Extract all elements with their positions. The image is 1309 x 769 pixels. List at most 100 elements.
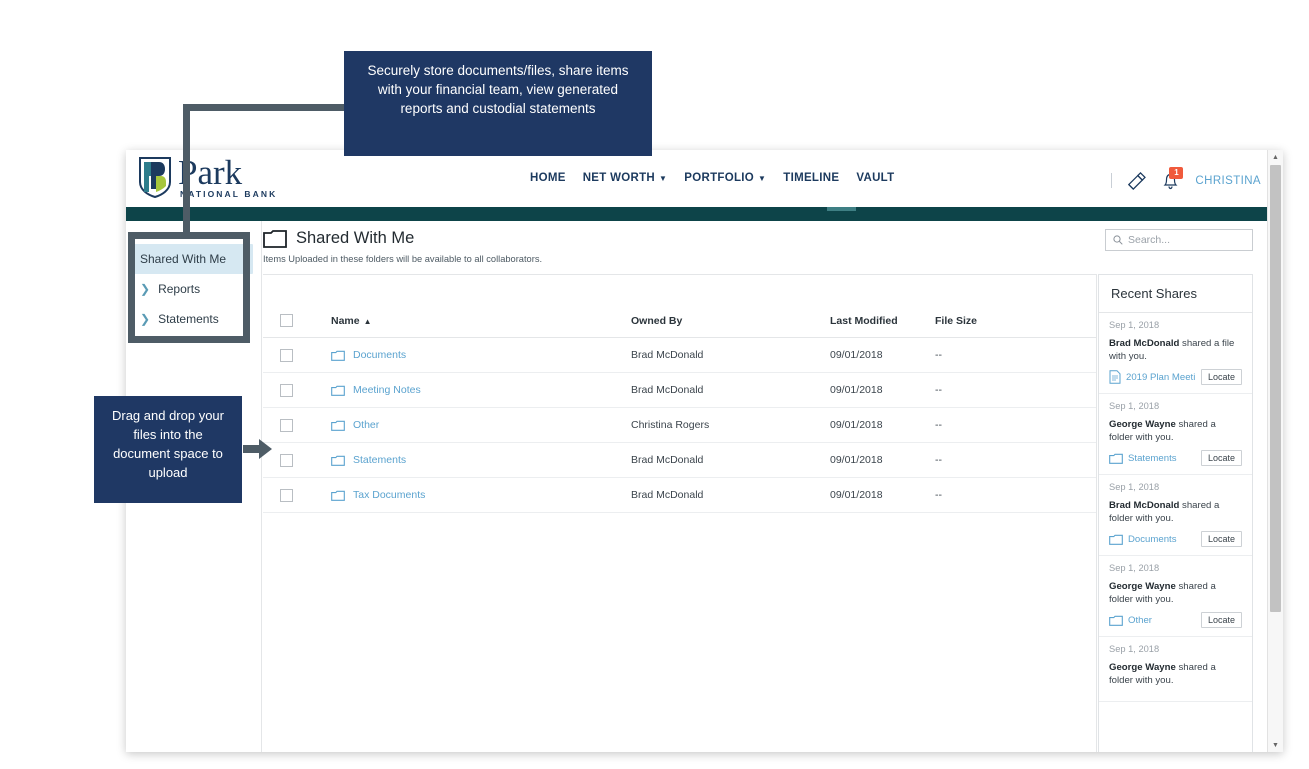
recent-share-item: Sep 1, 2018 George Wayne shared a folder… <box>1099 394 1252 475</box>
park-shield-logo-icon <box>139 157 171 198</box>
folder-icon <box>331 490 345 501</box>
locate-button[interactable]: Locate <box>1200 612 1242 628</box>
share-actor: George Wayne <box>1109 419 1176 430</box>
folder-link[interactable]: Meeting Notes <box>353 384 421 396</box>
row-checkbox[interactable] <box>280 488 293 502</box>
content-header: Shared With Me Items Uploaded in these f… <box>263 221 1283 274</box>
recent-share-item: Sep 1, 2018 Brad McDonald shared a file … <box>1099 313 1252 394</box>
nav-accent-band <box>126 207 1283 221</box>
locate-button[interactable]: Locate <box>1200 369 1242 385</box>
folder-link[interactable]: Other <box>353 419 379 431</box>
column-header-owned-by[interactable]: Owned By <box>631 308 830 338</box>
locate-button[interactable]: Locate <box>1200 450 1242 466</box>
vault-content: Shared With Me Items Uploaded in these f… <box>263 221 1283 752</box>
recent-share-item: Sep 1, 2018 Brad McDonald shared a folde… <box>1099 475 1252 556</box>
row-size-cell: -- <box>935 372 1096 408</box>
page-title-row: Shared With Me <box>263 229 414 248</box>
document-icon <box>1109 370 1121 384</box>
files-table-panel: Name▲ Owned By Last Modified File Size <box>263 274 1097 752</box>
browser-window: Park NATIONAL BANK HOME NET WORTH ▼ PORT… <box>126 150 1283 752</box>
folder-icon <box>1109 453 1123 464</box>
page-title: Shared With Me <box>296 229 415 247</box>
column-header-file-size[interactable]: File Size <box>935 308 1096 338</box>
folder-link[interactable]: Tax Documents <box>353 489 425 501</box>
row-checkbox[interactable] <box>280 418 293 432</box>
share-description: George Wayne shared a folder with you. <box>1109 661 1242 687</box>
folder-link[interactable]: Documents <box>353 349 406 361</box>
nav-item-timeline[interactable]: TIMELINE <box>783 172 839 186</box>
chevron-down-icon: ▼ <box>659 174 668 183</box>
chevron-down-icon: ▼ <box>758 174 767 183</box>
row-size-cell: -- <box>935 442 1096 478</box>
row-checkbox[interactable] <box>280 383 293 397</box>
scroll-up-icon[interactable]: ▲ <box>1268 150 1283 164</box>
row-select-cell <box>263 337 331 373</box>
page-scrollbar[interactable]: ▲ ▼ <box>1267 150 1283 752</box>
row-size-cell: -- <box>935 337 1096 373</box>
locate-button[interactable]: Locate <box>1200 531 1242 547</box>
share-item-link[interactable]: Other <box>1128 615 1196 626</box>
table-row[interactable]: Statements Brad McDonald 09/01/2018 -- <box>263 442 1096 478</box>
table-row[interactable]: Tax Documents Brad McDonald 09/01/2018 -… <box>263 477 1096 513</box>
row-checkbox[interactable] <box>280 453 293 467</box>
drag-drop-arrow-icon <box>243 439 272 459</box>
row-name-cell: Meeting Notes <box>331 372 631 408</box>
callout-leader-line-vertical <box>183 104 190 232</box>
table-row[interactable]: Documents Brad McDonald 09/01/2018 -- <box>263 337 1096 373</box>
drag-drop-callout: Drag and drop your files into the docume… <box>94 396 242 503</box>
notifications-button[interactable]: 1 <box>1160 167 1184 191</box>
share-actor: George Wayne <box>1109 581 1176 592</box>
main-navigation: HOME NET WORTH ▼ PORTFOLIO ▼ TIMELINE VA… <box>530 172 894 186</box>
share-date: Sep 1, 2018 <box>1109 320 1160 330</box>
sort-ascending-icon: ▲ <box>363 316 372 326</box>
row-owner-cell: Brad McDonald <box>631 337 830 373</box>
share-item-link[interactable]: Documents <box>1128 534 1196 545</box>
nav-item-portfolio[interactable]: PORTFOLIO ▼ <box>684 172 766 186</box>
share-item-row: 2019 Plan Meeting ... Locate <box>1109 369 1242 385</box>
share-item-row: Other Locate <box>1109 612 1242 628</box>
folder-icon <box>1109 534 1123 545</box>
recent-shares-title: Recent Shares <box>1099 275 1252 313</box>
row-size-cell: -- <box>935 407 1096 443</box>
row-modified-cell: 09/01/2018 <box>830 477 935 513</box>
brand-logo[interactable]: Park NATIONAL BANK <box>138 155 278 199</box>
table-row[interactable]: Meeting Notes Brad McDonald 09/01/2018 -… <box>263 372 1096 408</box>
pencil-icon[interactable] <box>1126 171 1147 190</box>
folder-icon <box>331 420 345 431</box>
row-owner-cell: Christina Rogers <box>631 407 830 443</box>
share-date: Sep 1, 2018 <box>1109 401 1160 411</box>
user-menu[interactable]: CHRISTINA <box>1195 175 1261 187</box>
select-all-checkbox[interactable] <box>280 314 293 327</box>
brand-subtitle: NATIONAL BANK <box>180 189 278 199</box>
row-modified-cell: 09/01/2018 <box>830 337 935 373</box>
search-input[interactable]: Search... <box>1105 229 1253 251</box>
nav-item-home[interactable]: HOME <box>530 172 566 186</box>
scrollbar-thumb[interactable] <box>1270 165 1281 612</box>
row-owner-cell: Brad McDonald <box>631 442 830 478</box>
row-select-cell <box>263 477 331 513</box>
nav-label: TIMELINE <box>783 172 840 184</box>
folder-icon <box>331 385 345 396</box>
share-date: Sep 1, 2018 <box>1109 482 1160 492</box>
column-header-last-modified[interactable]: Last Modified <box>830 308 935 338</box>
scroll-down-icon[interactable]: ▼ <box>1268 738 1283 752</box>
files-table: Name▲ Owned By Last Modified File Size <box>263 308 1096 513</box>
folder-icon <box>331 455 345 466</box>
row-name-cell: Statements <box>331 442 631 478</box>
folder-link[interactable]: Statements <box>353 454 406 466</box>
column-header-name[interactable]: Name ▲ <box>331 308 631 338</box>
share-item-link[interactable]: Statements <box>1128 453 1196 464</box>
row-name-cell: Documents <box>331 337 631 373</box>
nav-item-net-worth[interactable]: NET WORTH ▼ <box>583 172 668 186</box>
recent-shares-panel: Recent Shares Sep 1, 2018 Brad McDonald … <box>1098 274 1253 752</box>
nav-label: PORTFOLIO <box>684 172 755 184</box>
share-item-row: Documents Locate <box>1109 531 1242 547</box>
row-checkbox[interactable] <box>280 348 293 362</box>
share-description: George Wayne shared a folder with you. <box>1109 418 1242 444</box>
folder-icon <box>263 230 287 248</box>
share-description: Brad McDonald shared a folder with you. <box>1109 499 1242 525</box>
share-item-link[interactable]: 2019 Plan Meeting ... <box>1126 372 1196 383</box>
nav-item-vault[interactable]: VAULT <box>856 172 894 186</box>
row-modified-cell: 09/01/2018 <box>830 407 935 443</box>
table-row[interactable]: Other Christina Rogers 09/01/2018 -- <box>263 407 1096 443</box>
